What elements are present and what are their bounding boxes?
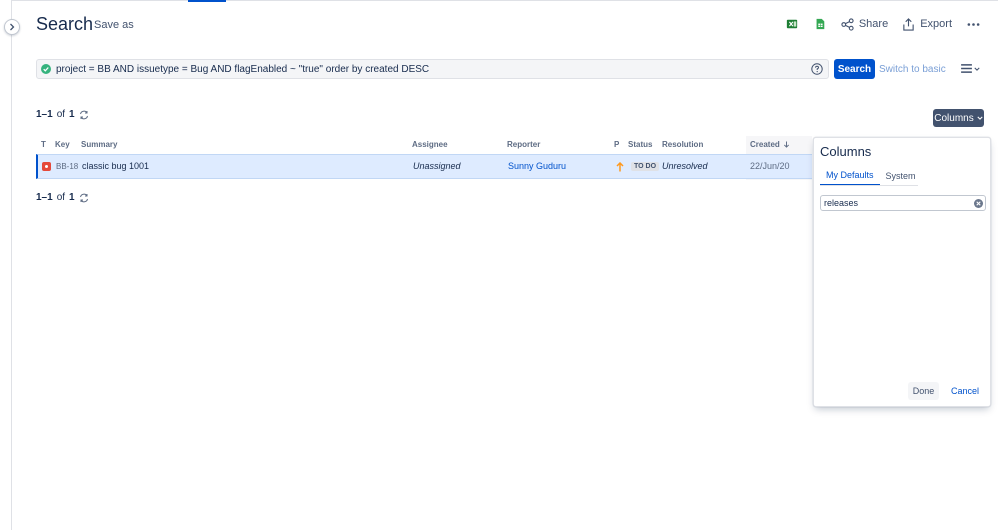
export-icon — [903, 17, 914, 31]
column-header-reporter[interactable]: Reporter — [507, 140, 540, 149]
sort-descending-icon — [783, 141, 789, 148]
expand-sidebar-button[interactable] — [4, 19, 20, 35]
column-header-status[interactable]: Status — [628, 140, 652, 149]
status-badge: TO DO — [631, 162, 660, 171]
jql-query-text: project = BB AND issuetype = Bug AND fla… — [56, 63, 430, 75]
google-sheets-icon[interactable] — [813, 17, 827, 31]
issue-created-date: 22/Jun/20 — [750, 161, 790, 171]
results-total: 1 — [69, 109, 75, 120]
columns-panel-title: Columns — [820, 144, 872, 159]
issue-assignee: Unassigned — [413, 161, 461, 171]
results-count-bottom: 1–1 of 1 — [36, 192, 89, 203]
valid-query-check-icon — [41, 64, 51, 74]
columns-button-label: Columns — [934, 112, 974, 124]
issue-reporter-link[interactable]: Sunny Guduru — [508, 161, 566, 171]
list-view-toggle[interactable] — [961, 64, 980, 73]
issue-summary-link[interactable]: classic bug 1001 — [82, 161, 149, 171]
cancel-button[interactable]: Cancel — [951, 382, 979, 400]
results-total: 1 — [69, 192, 75, 203]
switch-to-basic-link[interactable]: Switch to basic — [879, 64, 946, 75]
arrow-up-icon — [616, 162, 624, 172]
active-nav-indicator — [188, 0, 226, 2]
clear-icon[interactable] — [974, 199, 983, 208]
share-label: Share — [858, 18, 889, 30]
results-range: 1–1 — [36, 109, 53, 120]
chevron-right-icon — [10, 23, 15, 31]
bug-icon — [42, 162, 51, 171]
search-button[interactable]: Search — [834, 59, 875, 79]
column-header-key[interactable]: Key — [55, 140, 70, 149]
column-header-created-label: Created — [750, 140, 780, 149]
columns-filter-input[interactable] — [820, 195, 986, 211]
page-title: Search — [36, 14, 94, 34]
list-view-icon — [961, 64, 972, 73]
column-header-summary[interactable]: Summary — [81, 140, 117, 149]
issue-resolution: Unresolved — [662, 161, 708, 171]
column-header-assignee[interactable]: Assignee — [412, 140, 448, 149]
chevron-down-icon — [977, 116, 983, 120]
results-range: 1–1 — [36, 192, 53, 203]
issue-key-link[interactable]: BB-18 — [56, 162, 78, 171]
table-row[interactable]: BB-18 classic bug 1001 Unassigned Sunny … — [36, 154, 812, 179]
top-border — [12, 0, 998, 1]
tab-system[interactable]: System — [880, 168, 922, 186]
done-button[interactable]: Done — [908, 382, 939, 400]
results-of: of — [56, 192, 66, 203]
refresh-icon[interactable] — [79, 110, 89, 120]
more-options-icon[interactable] — [966, 17, 980, 31]
column-header-resolution[interactable]: Resolution — [662, 140, 703, 149]
column-header-type[interactable]: T — [41, 140, 46, 149]
jql-query-input[interactable]: project = BB AND issuetype = Bug AND fla… — [36, 59, 829, 79]
export-button[interactable]: Export — [902, 17, 952, 31]
header-toolbar: Share Export — [785, 17, 980, 31]
share-icon — [841, 17, 854, 31]
chevron-down-icon — [974, 67, 980, 71]
columns-picker-dialog: Columns My Defaults System Done Cancel — [813, 137, 991, 407]
columns-button[interactable]: Columns — [933, 109, 984, 127]
export-label: Export — [920, 18, 952, 30]
table-header: T Key Summary Assignee Reporter P Status… — [36, 140, 812, 153]
column-header-created[interactable]: Created — [750, 140, 790, 149]
excel-export-icon[interactable] — [785, 17, 799, 31]
tab-my-defaults[interactable]: My Defaults — [820, 168, 880, 186]
refresh-icon[interactable] — [79, 193, 89, 203]
tabs-divider — [820, 185, 918, 186]
results-count: 1–1 of 1 — [36, 109, 89, 120]
columns-tabs: My Defaults System — [820, 168, 922, 186]
results-of: of — [56, 109, 66, 120]
column-header-priority[interactable]: P — [614, 140, 619, 149]
save-as-button[interactable]: Save as — [94, 19, 134, 31]
help-icon[interactable] — [811, 63, 823, 75]
sidebar-collapsed — [0, 0, 12, 530]
share-button[interactable]: Share — [841, 17, 889, 31]
